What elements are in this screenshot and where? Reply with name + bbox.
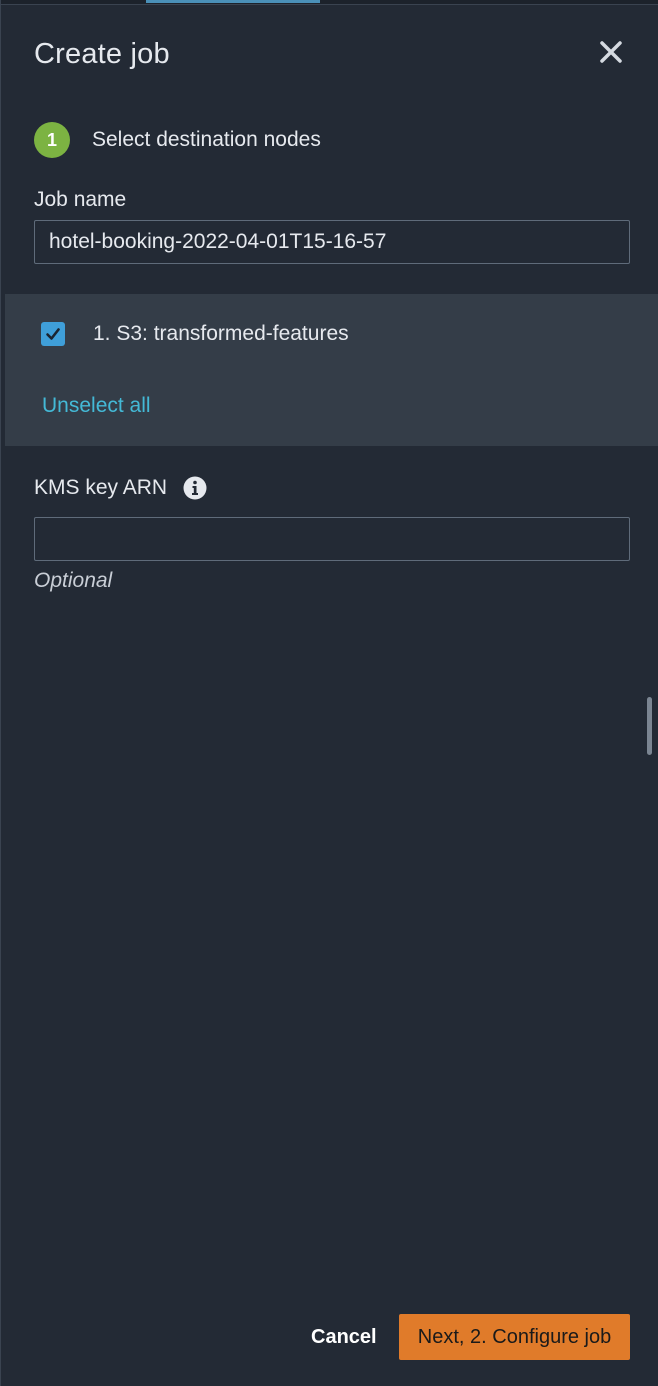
destination-nodes-section: 1. S3: transformed-features Unselect all	[5, 294, 658, 446]
job-name-input[interactable]	[34, 220, 630, 264]
optional-hint: Optional	[34, 569, 113, 592]
kms-key-label-row: KMS key ARN	[34, 476, 207, 500]
step-number-badge: 1	[34, 122, 70, 158]
job-name-label: Job name	[34, 188, 127, 211]
cancel-button[interactable]: Cancel	[301, 1314, 387, 1360]
node-item-s3-transformed-features[interactable]: 1. S3: transformed-features	[41, 322, 349, 346]
next-configure-job-button[interactable]: Next, 2. Configure job	[399, 1314, 630, 1360]
info-button[interactable]	[183, 476, 207, 500]
top-tab-bar	[1, 0, 658, 5]
active-tab-indicator	[146, 0, 320, 3]
scrollbar-thumb[interactable]	[647, 697, 652, 755]
close-icon	[600, 41, 622, 63]
step-indicator: 1 Select destination nodes	[34, 122, 321, 158]
create-job-panel: Create job 1 Select destination nodes Jo…	[0, 0, 658, 1386]
close-button[interactable]	[595, 36, 627, 68]
checkmark-icon	[46, 328, 60, 340]
step-label: Select destination nodes	[92, 128, 321, 151]
dialog-title: Create job	[34, 38, 170, 70]
node-label: 1. S3: transformed-features	[93, 322, 349, 345]
kms-key-arn-input[interactable]	[34, 517, 630, 561]
info-icon	[183, 476, 207, 500]
unselect-all-link[interactable]: Unselect all	[42, 394, 151, 418]
node-checkbox[interactable]	[41, 322, 65, 346]
kms-key-label: KMS key ARN	[34, 476, 168, 499]
